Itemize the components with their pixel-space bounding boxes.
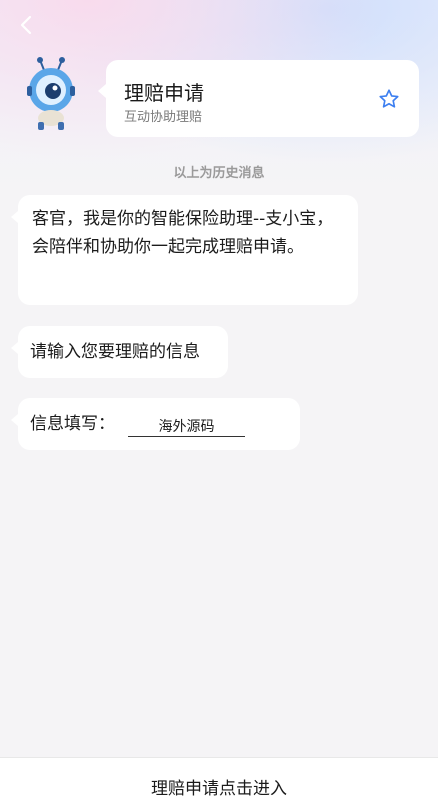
service-header-card: 理赔申请 互动协助理赔 [98,60,419,137]
star-outline-icon [379,89,399,108]
info-field-label: 信息填写： [30,414,115,434]
favorite-button[interactable] [378,88,400,110]
back-button[interactable] [16,14,38,36]
chat-message-form: 信息填写： [11,398,300,450]
robot-mascot-icon [27,57,75,130]
assistant-avatar [20,56,82,132]
chevron-left-icon [20,15,32,35]
page-subtitle: 互动协助理赔 [124,110,203,125]
page-title: 理赔申请 [124,81,204,105]
chat-message-prompt: 请输入您要理赔的信息 [11,326,228,378]
history-divider: 以上为历史消息 [173,166,265,181]
chat-message-greeting: 客官，我是你的智能保险助理--支小宝，会陪伴和协助你一起完成理赔申请。 [11,195,358,305]
claim-entry-button[interactable]: 理赔申请点击进入 [0,757,438,801]
info-input[interactable] [128,416,245,437]
